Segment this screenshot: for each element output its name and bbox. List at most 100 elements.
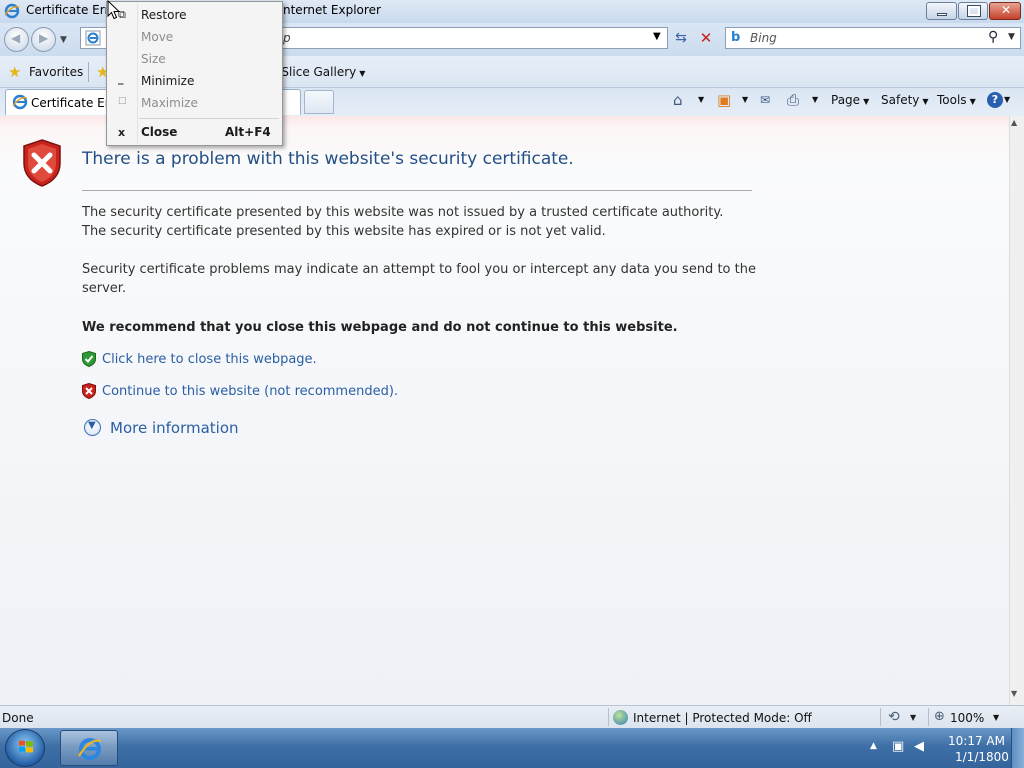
show-hidden-icons-button[interactable]: ▲ xyxy=(870,741,877,751)
popup-dropdown-icon[interactable]: ▼ xyxy=(910,713,916,722)
security-zone[interactable]: Internet | Protected Mode: Off xyxy=(633,711,812,725)
forward-arrow-icon: ▶ xyxy=(39,31,49,45)
minimize-icon xyxy=(937,13,947,16)
close-webpage-link[interactable]: Click here to close this webpage. xyxy=(102,352,317,367)
warning-text: Security certificate problems may indica… xyxy=(82,262,756,277)
status-text: Done xyxy=(2,711,34,725)
menu-gutter xyxy=(137,4,138,143)
ie-icon xyxy=(4,3,20,19)
zoom-dropdown-icon[interactable]: ▼ xyxy=(993,713,999,722)
description-text: The security certificate presented by th… xyxy=(82,224,606,239)
warning-text: server. xyxy=(82,281,127,296)
tools-menu-label: Tools xyxy=(937,93,967,107)
search-input[interactable]: Bing xyxy=(750,31,777,45)
search-dropdown-icon[interactable]: ▼ xyxy=(1008,32,1015,42)
zoom-level[interactable]: 100% xyxy=(950,711,984,725)
maximize-button[interactable] xyxy=(958,2,988,20)
menu-item-restore[interactable]: Restore xyxy=(141,8,187,22)
more-information-link[interactable]: More information xyxy=(110,419,239,437)
favorites-button[interactable]: Favorites xyxy=(29,65,83,79)
help-dropdown-icon[interactable]: ▼ xyxy=(1004,95,1010,104)
minimize-button[interactable] xyxy=(926,2,957,20)
page-icon xyxy=(85,30,101,46)
network-icon[interactable]: ▣ xyxy=(892,739,904,754)
web-slice-gallery-link[interactable]: b Slice Gallery ▼ xyxy=(270,65,365,79)
start-button[interactable] xyxy=(5,729,45,767)
red-shield-x-icon xyxy=(82,383,96,399)
chevron-down-icon: ▼ xyxy=(863,97,870,106)
menu-separator xyxy=(139,118,279,119)
search-icon[interactable]: ⚲ xyxy=(988,29,998,45)
menu-item-close[interactable]: Close xyxy=(141,125,177,139)
menu-item-size[interactable]: Size xyxy=(141,52,166,66)
description-text: The security certificate presented by th… xyxy=(82,205,724,220)
menu-item-maximize[interactable]: Maximize xyxy=(141,96,198,110)
address-text: p xyxy=(283,31,291,45)
taskbar-internet-explorer[interactable] xyxy=(60,730,118,766)
recent-pages-dropdown[interactable]: ▼ xyxy=(60,35,67,45)
safety-menu-label: Safety xyxy=(881,93,920,107)
chevron-down-icon: ▼ xyxy=(359,69,366,78)
home-dropdown-icon[interactable]: ▼ xyxy=(698,95,704,104)
chevron-down-icon: ▼ xyxy=(969,97,976,106)
windows-logo-icon xyxy=(19,740,33,753)
green-shield-check-icon xyxy=(82,351,96,367)
close-icon: x xyxy=(118,126,126,139)
search-box[interactable]: b Bing ⚲ ▼ xyxy=(725,27,1021,49)
feeds-dropdown-icon[interactable]: ▼ xyxy=(742,95,748,104)
back-button[interactable]: ◀ xyxy=(4,27,29,52)
menu-item-minimize[interactable]: Minimize xyxy=(141,74,194,88)
chevron-down-icon: ▼ xyxy=(922,97,929,106)
clock-time[interactable]: 10:17 AM xyxy=(948,734,1005,748)
clock-date[interactable]: 1/1/1800 xyxy=(955,750,1009,764)
favorites-star-icon[interactable]: ★ xyxy=(8,63,21,81)
feeds-icon[interactable]: ▣ xyxy=(717,91,731,109)
help-icon[interactable]: ? xyxy=(987,92,1003,108)
divider xyxy=(82,190,752,191)
print-icon[interactable]: ⎙ xyxy=(787,91,799,109)
minimize-icon: _ xyxy=(118,72,124,85)
scroll-up-icon[interactable]: ▲ xyxy=(1011,118,1017,127)
menu-item-move[interactable]: Move xyxy=(141,30,173,44)
address-dropdown-icon[interactable]: ▼ xyxy=(653,31,661,42)
read-mail-icon[interactable]: ✉ xyxy=(760,93,770,107)
safety-menu[interactable]: Safety ▼ xyxy=(881,93,929,107)
status-bar: Done Internet | Protected Mode: Off ⟲ ▼ … xyxy=(0,705,1024,728)
window-title: Certificate Erro xyxy=(26,3,117,17)
show-desktop-button[interactable] xyxy=(1011,728,1024,768)
ie-icon xyxy=(78,738,102,760)
window-title-tail: nternet Explorer xyxy=(283,3,381,17)
close-button[interactable]: ✕ xyxy=(989,2,1021,20)
back-arrow-icon: ◀ xyxy=(11,31,21,45)
forward-button[interactable]: ▶ xyxy=(31,27,56,52)
red-shield-x-icon xyxy=(23,139,61,187)
vertical-scrollbar[interactable] xyxy=(1009,116,1024,705)
page-menu-label: Page xyxy=(831,93,861,107)
scroll-down-icon[interactable]: ▼ xyxy=(1011,689,1017,698)
recommendation-text: We recommend that you close this webpage… xyxy=(82,320,678,335)
popup-blocker-icon[interactable]: ⟲ xyxy=(888,709,900,725)
bing-icon: b xyxy=(731,30,741,45)
globe-icon xyxy=(613,710,628,725)
mouse-cursor-icon xyxy=(107,0,121,20)
print-dropdown-icon[interactable]: ▼ xyxy=(812,95,818,104)
page-title: There is a problem with this website's s… xyxy=(82,149,574,169)
volume-muted-icon[interactable]: ◀ xyxy=(914,739,924,754)
status-divider xyxy=(928,708,929,726)
refresh-button[interactable]: ⇆ xyxy=(670,28,692,50)
taskbar: ▲ ▣ ◀ 10:17 AM 1/1/1800 xyxy=(0,728,1024,768)
tools-menu[interactable]: Tools ▼ xyxy=(937,93,976,107)
new-tab-button[interactable] xyxy=(304,90,334,114)
ie-page-icon xyxy=(12,94,28,110)
restore-icon xyxy=(967,5,981,17)
zoom-icon[interactable]: ⊕ xyxy=(934,709,945,724)
continue-to-website-link[interactable]: Continue to this website (not recommende… xyxy=(102,384,398,399)
close-icon: ✕ xyxy=(1001,3,1012,17)
status-divider xyxy=(880,708,881,726)
chevron-down-circle-icon[interactable]: ▼ xyxy=(84,419,101,436)
page-menu[interactable]: Page ▼ xyxy=(831,93,869,107)
status-divider xyxy=(608,708,609,726)
home-icon[interactable]: ⌂ xyxy=(673,91,683,109)
stop-button[interactable]: ✕ xyxy=(696,28,716,50)
favorites-separator xyxy=(88,62,89,82)
